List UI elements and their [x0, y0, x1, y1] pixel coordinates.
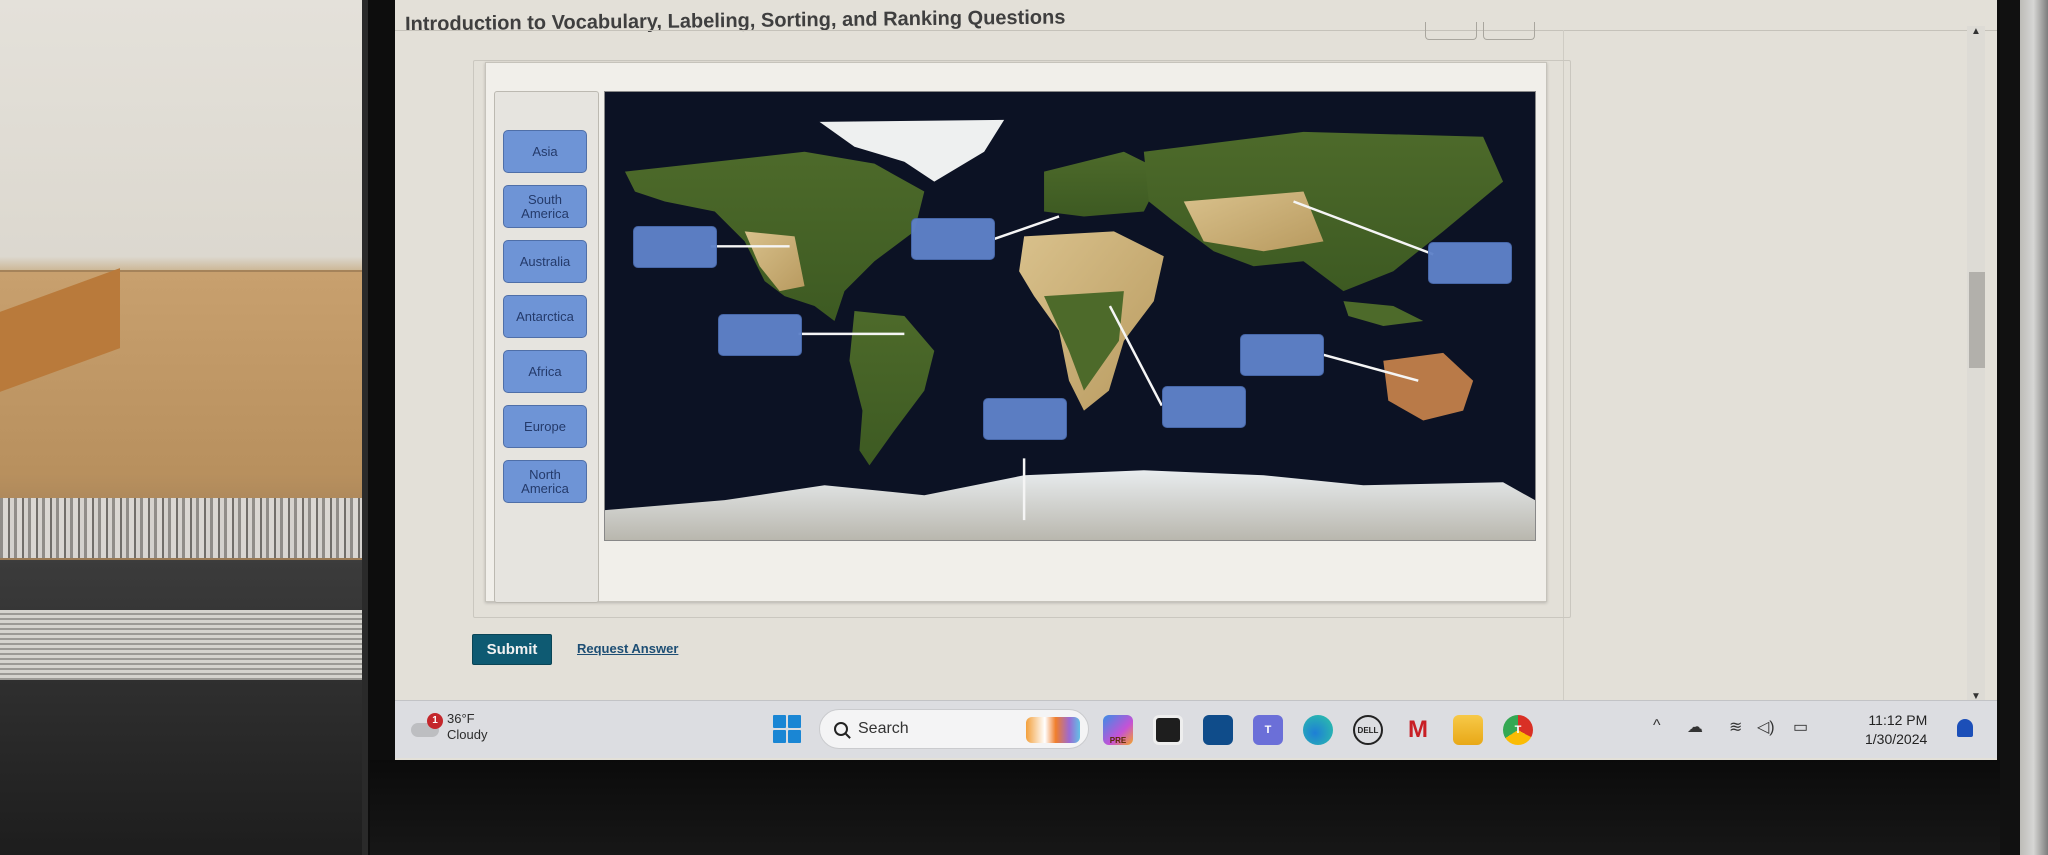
request-answer-link[interactable]: Request Answer — [577, 641, 678, 656]
scroll-thumb[interactable] — [1969, 272, 1985, 368]
clock-date: 1/30/2024 — [1865, 730, 1928, 747]
drop-target-europe[interactable] — [911, 218, 995, 260]
terminal-icon[interactable] — [1153, 715, 1183, 745]
windows-start-icon[interactable] — [773, 715, 801, 743]
volume-icon[interactable]: ◁) — [1757, 717, 1775, 737]
clock-time: 11:12 PM — [1868, 712, 1928, 728]
weather-condition: Cloudy — [447, 726, 488, 742]
submit-button[interactable]: Submit — [472, 634, 552, 665]
search-placeholder: Search — [858, 720, 909, 737]
system-clock[interactable]: 11:12 PM 1/30/2024 — [1865, 711, 1927, 749]
cloud-icon: 1 — [411, 712, 443, 737]
toolbar-button-2[interactable] — [1483, 22, 1535, 40]
label-chip-australia[interactable]: Australia — [503, 240, 587, 283]
weather-temperature: 36°F — [447, 711, 475, 726]
chrome-icon[interactable]: T — [1503, 715, 1533, 745]
mcafee-icon[interactable]: M — [1403, 715, 1433, 745]
notification-bell-icon[interactable] — [1957, 719, 1973, 737]
drop-target-north-america[interactable] — [633, 226, 717, 268]
windows-taskbar: 1 36°F Cloudy Search PRE T DELL M T ^ ☁ … — [395, 700, 1997, 758]
drop-target-antarctica[interactable] — [983, 398, 1067, 440]
show-hidden-icons-chevron-icon[interactable]: ^ — [1653, 717, 1661, 735]
label-chip-north-america[interactable]: North America — [503, 460, 587, 503]
paper-stack — [0, 610, 368, 680]
notebook-spiral — [0, 498, 368, 558]
search-icon — [834, 722, 848, 736]
edge-icon[interactable] — [1303, 715, 1333, 745]
laptop-right-edge — [2000, 0, 2048, 855]
battery-icon[interactable]: ▭ — [1793, 717, 1808, 737]
teams-icon[interactable]: T — [1253, 715, 1283, 745]
search-highlight-art-icon — [1026, 717, 1080, 743]
photo-scene: Introduction to Vocabulary, Labeling, So… — [0, 0, 2048, 855]
file-explorer-icon[interactable] — [1453, 715, 1483, 745]
drop-target-south-america[interactable] — [718, 314, 802, 356]
vertical-scrollbar[interactable]: ▲ ▼ — [1967, 26, 1985, 702]
drop-target-asia[interactable] — [1428, 242, 1512, 284]
screen: Introduction to Vocabulary, Labeling, So… — [395, 0, 1997, 760]
wifi-icon[interactable]: ≋ — [1729, 717, 1742, 737]
scroll-up-arrow-icon[interactable]: ▲ — [1971, 26, 1981, 37]
world-map — [604, 91, 1536, 541]
label-bank: Asia South America Australia Antarctica … — [494, 91, 599, 603]
weather-badge: 1 — [427, 712, 443, 729]
onedrive-icon[interactable]: ☁ — [1687, 717, 1703, 737]
page-title: Introduction to Vocabulary, Labeling, So… — [404, 6, 1066, 36]
copilot-icon[interactable]: PRE — [1103, 715, 1133, 745]
title-divider — [395, 30, 1997, 31]
microsoft-store-icon[interactable] — [1203, 715, 1233, 745]
drop-target-africa[interactable] — [1162, 386, 1246, 428]
toolbar-button-1[interactable] — [1425, 22, 1477, 40]
taskbar-search[interactable]: Search — [819, 709, 1089, 749]
dell-icon[interactable]: DELL — [1353, 715, 1383, 745]
laptop-chin — [370, 760, 2000, 855]
label-chip-antarctica[interactable]: Antarctica — [503, 295, 587, 338]
weather-widget[interactable]: 1 36°F Cloudy — [411, 711, 487, 742]
label-chip-south-america[interactable]: South America — [503, 185, 587, 228]
labeling-activity: Asia South America Australia Antarctica … — [485, 62, 1547, 603]
label-chip-africa[interactable]: Africa — [503, 350, 587, 393]
label-chip-asia[interactable]: Asia — [503, 130, 587, 173]
label-chip-europe[interactable]: Europe — [503, 405, 587, 448]
drop-target-australia[interactable] — [1240, 334, 1324, 376]
